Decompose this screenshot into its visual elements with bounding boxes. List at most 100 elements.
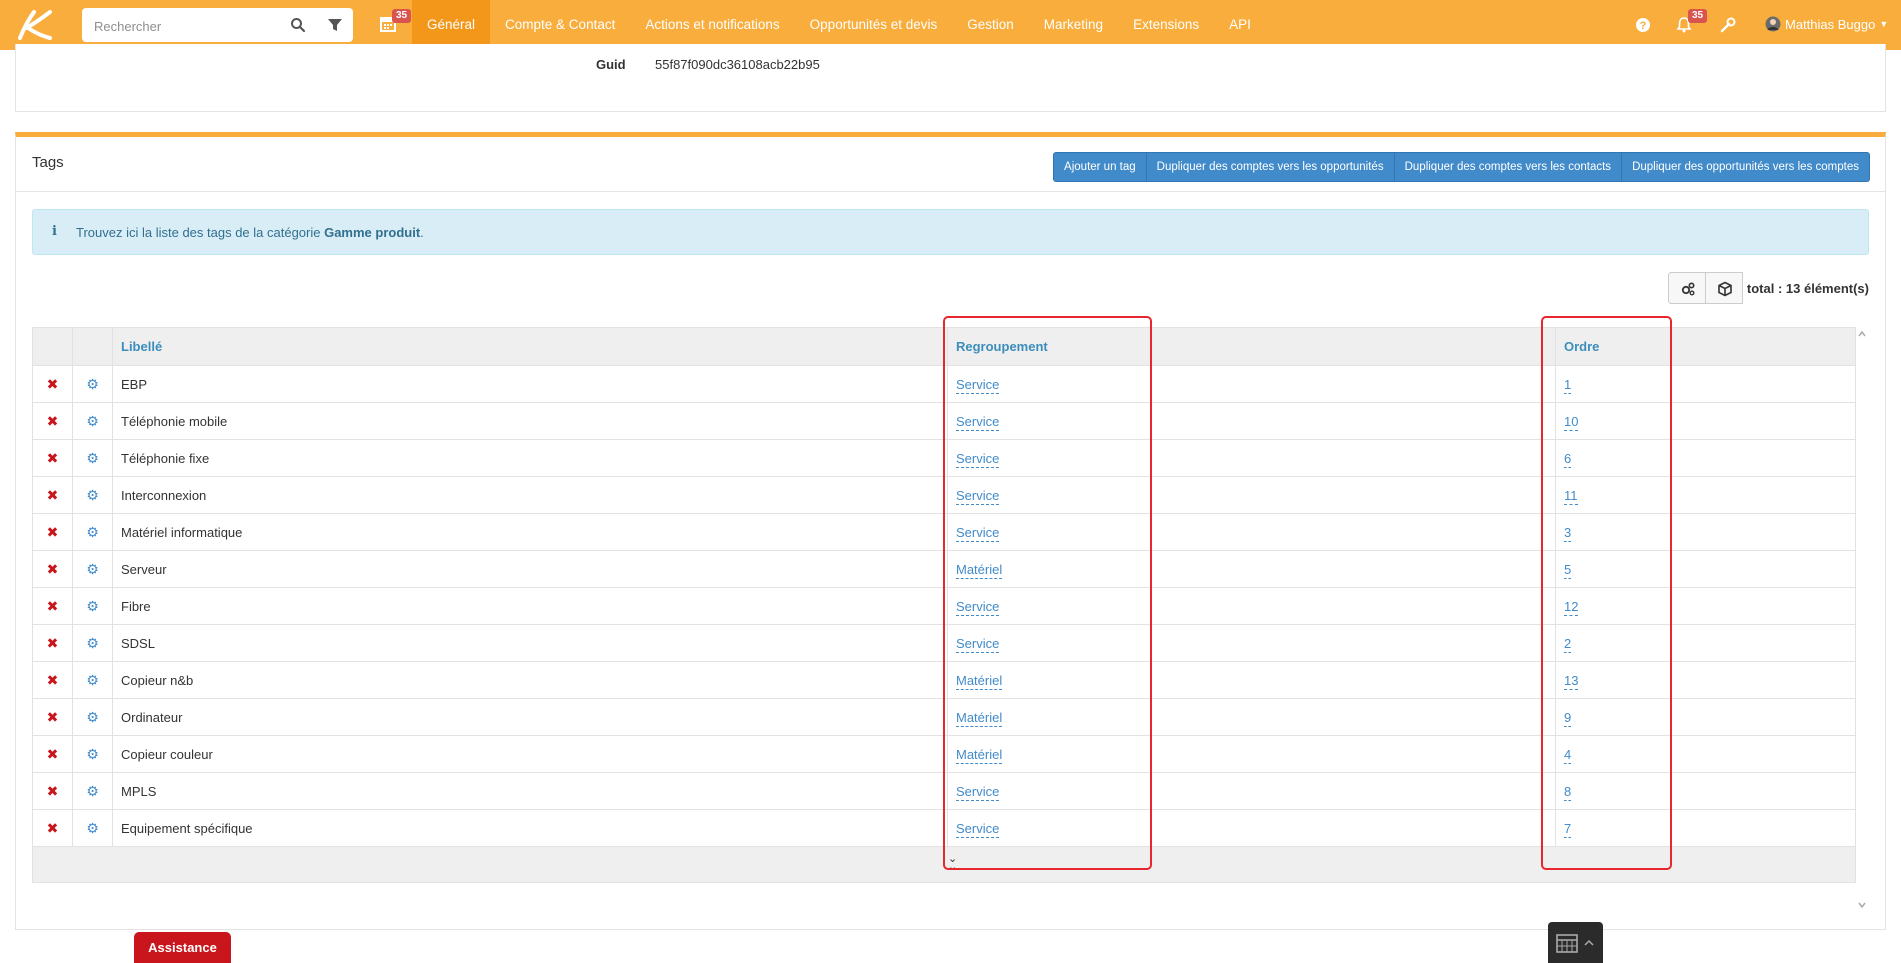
nav-item-compte-contact[interactable]: Compte & Contact: [490, 0, 630, 50]
calendar-icon: [1556, 934, 1578, 953]
user-name: Matthias Buggo: [1785, 16, 1876, 32]
app-logo-icon[interactable]: [14, 8, 54, 42]
gear-icon[interactable]: ⚙: [86, 783, 99, 799]
column-header-libelle[interactable]: Libellé: [112, 327, 948, 366]
assistance-button[interactable]: Assistance: [134, 932, 231, 963]
action-buttons: Ajouter un tag Dupliquer des comptes ver…: [1053, 152, 1870, 182]
delete-icon[interactable]: ✖: [47, 672, 59, 688]
wrench-icon[interactable]: [1719, 16, 1737, 34]
nav-item-extensions[interactable]: Extensions: [1118, 0, 1214, 50]
gear-icon[interactable]: ⚙: [86, 820, 99, 836]
avatar: [1765, 16, 1781, 32]
delete-cell: ✖: [32, 550, 73, 588]
top-navbar: 35 Général Compte & Contact Actions et n…: [0, 0, 1901, 50]
edit-cell: ⚙: [72, 587, 113, 625]
delete-icon[interactable]: ✖: [47, 598, 59, 614]
gear-icon[interactable]: ⚙: [86, 450, 99, 466]
alert-prefix: Trouvez ici la liste des tags de la caté…: [76, 225, 325, 240]
delete-icon[interactable]: ✖: [47, 413, 59, 429]
libelle-cell: Fibre: [112, 587, 948, 625]
delete-icon[interactable]: ✖: [47, 450, 59, 466]
main-nav: Général Compte & Contact Actions et noti…: [412, 0, 1266, 50]
delete-cell: ✖: [32, 365, 73, 403]
libelle-cell: Téléphonie fixe: [112, 439, 948, 477]
alert-message: Trouvez ici la liste des tags de la caté…: [76, 225, 424, 240]
delete-cell: ✖: [32, 772, 73, 810]
nav-item-actions-notifications[interactable]: Actions et notifications: [630, 0, 794, 50]
search-input[interactable]: [92, 8, 276, 44]
delete-icon[interactable]: ✖: [47, 487, 59, 503]
guid-label: Guid: [596, 57, 626, 72]
nav-item-api[interactable]: API: [1214, 0, 1266, 50]
user-menu[interactable]: Matthias Buggo ▼: [1765, 16, 1888, 32]
edit-cell: ⚙: [72, 476, 113, 514]
gear-icon[interactable]: ⚙: [86, 635, 99, 651]
caret-down-icon: ▼: [1879, 19, 1889, 29]
delete-cell: ✖: [32, 439, 73, 477]
delete-icon[interactable]: ✖: [47, 524, 59, 540]
libelle-cell: Equipement spécifique: [112, 809, 948, 847]
duplicate-opportunities-to-accounts-button[interactable]: Dupliquer des opportunités vers les comp…: [1621, 152, 1870, 182]
duplicate-accounts-to-opportunities-button[interactable]: Dupliquer des comptes vers les opportuni…: [1145, 152, 1395, 182]
search-icon[interactable]: [290, 17, 306, 33]
edit-cell: ⚙: [72, 698, 113, 736]
edit-cell: ⚙: [72, 809, 113, 847]
gear-icon[interactable]: ⚙: [86, 376, 99, 392]
notification-badge: 35: [1688, 9, 1708, 23]
libelle-cell: Téléphonie mobile: [112, 402, 948, 440]
delete-icon[interactable]: ✖: [47, 376, 59, 392]
gears-icon: [1681, 282, 1695, 296]
nav-item-marketing[interactable]: Marketing: [1029, 0, 1118, 50]
gear-icon[interactable]: ⚙: [86, 598, 99, 614]
total-count: total : 13 élément(s): [1746, 280, 1869, 296]
delete-icon[interactable]: ✖: [47, 709, 59, 725]
gear-icon[interactable]: ⚙: [86, 746, 99, 762]
gear-icon[interactable]: ⚙: [86, 709, 99, 725]
gear-icon[interactable]: ⚙: [86, 487, 99, 503]
edit-cell: ⚙: [72, 735, 113, 773]
search-box: [82, 8, 353, 44]
edit-cell: ⚙: [72, 365, 113, 403]
delete-cell: ✖: [32, 476, 73, 514]
gear-icon[interactable]: ⚙: [86, 524, 99, 540]
libelle-cell: Matériel informatique: [112, 513, 948, 551]
delete-icon[interactable]: ✖: [47, 746, 59, 762]
edit-cell: ⚙: [72, 661, 113, 699]
panel-header: Tags Ajouter un tag Dupliquer des compte…: [16, 137, 1885, 192]
delete-icon[interactable]: ✖: [47, 820, 59, 836]
gear-icon[interactable]: ⚙: [86, 672, 99, 688]
cube-icon: [1718, 281, 1732, 297]
info-alert: i Trouvez ici la liste des tags de la ca…: [32, 209, 1869, 255]
libelle-cell: Ordinateur: [112, 698, 948, 736]
help-icon[interactable]: ?: [1634, 16, 1652, 34]
edit-cell: ⚙: [72, 402, 113, 440]
edit-cell: ⚙: [72, 439, 113, 477]
add-tag-button[interactable]: Ajouter un tag: [1053, 152, 1147, 182]
delete-cell: ✖: [32, 402, 73, 440]
delete-cell: ✖: [32, 661, 73, 699]
delete-cell: ✖: [32, 698, 73, 736]
info-icon: i: [52, 224, 57, 239]
highlight-ordre-column: [1541, 316, 1672, 870]
nav-item-gestion[interactable]: Gestion: [952, 0, 1029, 50]
nav-item-opportunites-devis[interactable]: Opportunités et devis: [795, 0, 953, 50]
calendar-widget[interactable]: [1548, 922, 1603, 963]
delete-icon[interactable]: ✖: [47, 561, 59, 577]
duplicate-accounts-to-contacts-button[interactable]: Dupliquer des comptes vers les contacts: [1393, 152, 1623, 182]
delete-icon[interactable]: ✖: [47, 635, 59, 651]
gear-icon[interactable]: ⚙: [86, 413, 99, 429]
delete-cell: ✖: [32, 735, 73, 773]
gear-icon[interactable]: ⚙: [86, 561, 99, 577]
export-button[interactable]: [1704, 272, 1743, 304]
edit-cell: ⚙: [72, 550, 113, 588]
filter-icon[interactable]: [327, 17, 343, 33]
settings-button[interactable]: [1667, 272, 1706, 304]
details-panel: Guid 55f87f090dc36108acb22b95: [15, 44, 1886, 112]
nav-item-general[interactable]: Général: [412, 0, 491, 50]
alert-suffix: .: [420, 225, 424, 240]
delete-icon[interactable]: ✖: [47, 783, 59, 799]
panel-title: Tags: [32, 154, 64, 171]
scrollbar[interactable]: [1856, 327, 1868, 912]
delete-cell: ✖: [32, 809, 73, 847]
guid-value: 55f87f090dc36108acb22b95: [655, 57, 820, 72]
